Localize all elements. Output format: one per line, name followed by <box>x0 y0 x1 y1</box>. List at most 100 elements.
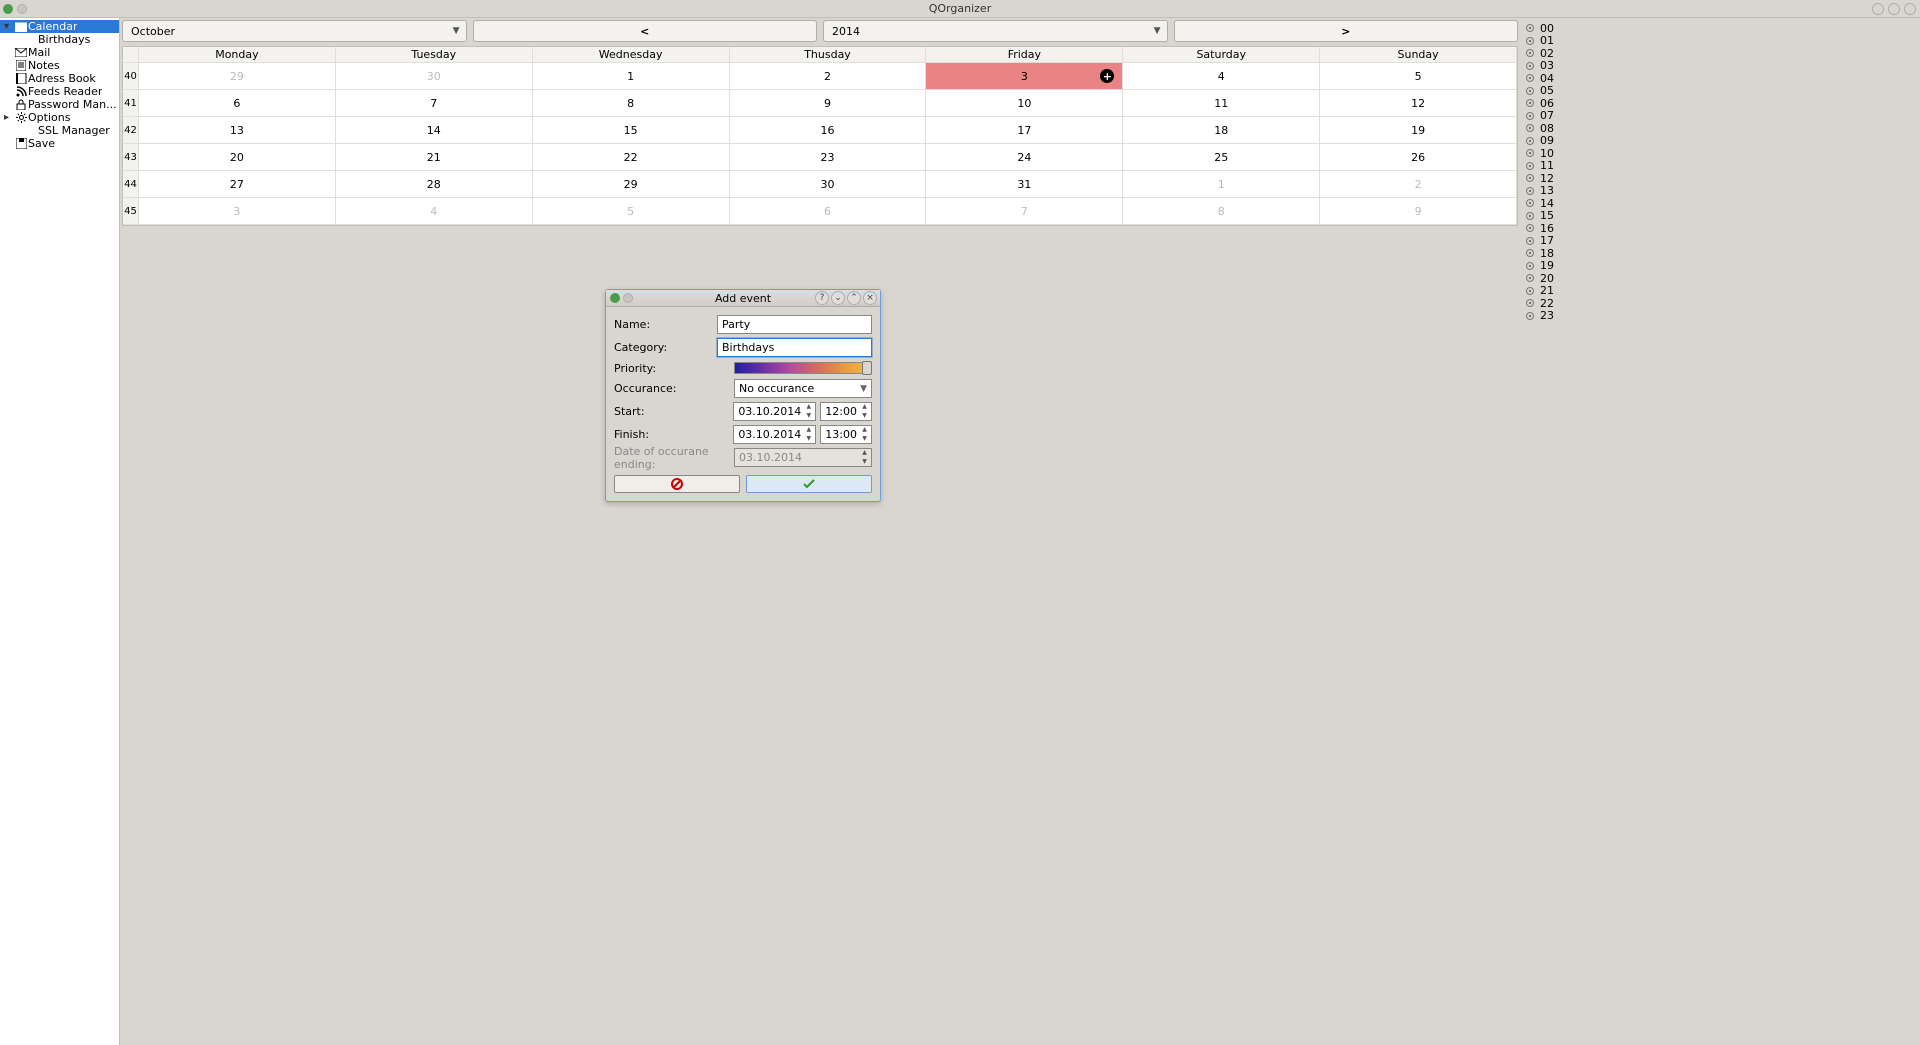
calendar-cell[interactable]: 30 <box>730 171 927 198</box>
calendar-cell[interactable]: 31 <box>926 171 1123 198</box>
ok-button[interactable] <box>746 475 872 493</box>
calendar-cell[interactable]: 30 <box>336 63 533 90</box>
calendar-cell[interactable]: 29 <box>139 63 336 90</box>
calendar-cell[interactable]: 4 <box>336 198 533 225</box>
spin-up-icon[interactable]: ▲ <box>803 426 814 435</box>
calendar-cell[interactable]: 28 <box>336 171 533 198</box>
calendar-cell[interactable]: 6 <box>139 90 336 117</box>
hour-row[interactable]: 13 <box>1526 185 1920 198</box>
calendar-cell[interactable]: 2 <box>730 63 927 90</box>
calendar-cell[interactable]: 2 <box>1320 171 1517 198</box>
calendar-cell[interactable]: 1 <box>1123 171 1320 198</box>
sidebar-item-notes[interactable]: Notes <box>0 59 119 72</box>
finish-date-input[interactable]: 03.10.2014▲▼ <box>733 425 816 444</box>
hour-row[interactable]: 20 <box>1526 272 1920 285</box>
calendar-cell[interactable]: 27 <box>139 171 336 198</box>
spin-down-icon[interactable]: ▼ <box>859 435 870 444</box>
dialog-up-button[interactable]: ⌃ <box>847 291 861 305</box>
minimize-button[interactable] <box>1872 3 1884 15</box>
hour-row[interactable]: 19 <box>1526 260 1920 273</box>
close-button[interactable] <box>1904 3 1916 15</box>
hour-row[interactable]: 11 <box>1526 160 1920 173</box>
hour-row[interactable]: 08 <box>1526 122 1920 135</box>
occurance-select[interactable]: No occurance ▼ <box>734 379 872 398</box>
cancel-button[interactable] <box>614 475 740 493</box>
hour-row[interactable]: 21 <box>1526 285 1920 298</box>
hour-row[interactable]: 23 <box>1526 310 1920 323</box>
calendar-cell[interactable]: 20 <box>139 144 336 171</box>
hour-row[interactable]: 01 <box>1526 35 1920 48</box>
month-select[interactable]: October ▼ <box>122 20 467 42</box>
sidebar-item-save[interactable]: Save <box>0 137 119 150</box>
calendar-cell[interactable]: 5 <box>1320 63 1517 90</box>
expand-arrow-icon[interactable]: ▸ <box>4 112 14 123</box>
name-input[interactable] <box>717 315 872 334</box>
prev-button[interactable]: < <box>473 20 818 42</box>
sidebar-item-feeds[interactable]: Feeds Reader <box>0 85 119 98</box>
calendar-cell[interactable]: 18 <box>1123 117 1320 144</box>
hour-row[interactable]: 06 <box>1526 97 1920 110</box>
dialog-shade-button[interactable]: ⌄ <box>831 291 845 305</box>
hour-row[interactable]: 04 <box>1526 72 1920 85</box>
calendar-cell[interactable]: 4 <box>1123 63 1320 90</box>
calendar-cell[interactable]: 15 <box>533 117 730 144</box>
dialog-help-button[interactable]: ? <box>815 291 829 305</box>
calendar-cell[interactable]: 3+ <box>926 63 1123 90</box>
next-button[interactable]: > <box>1174 20 1519 42</box>
start-time-input[interactable]: 12:00▲▼ <box>820 402 872 421</box>
maximize-button[interactable] <box>1888 3 1900 15</box>
calendar-cell[interactable]: 19 <box>1320 117 1517 144</box>
calendar-cell[interactable]: 1 <box>533 63 730 90</box>
calendar-cell[interactable]: 13 <box>139 117 336 144</box>
hour-row[interactable]: 16 <box>1526 222 1920 235</box>
calendar-cell[interactable]: 29 <box>533 171 730 198</box>
slider-knob[interactable] <box>862 361 872 375</box>
calendar-cell[interactable]: 3 <box>139 198 336 225</box>
dialog-close-button[interactable]: × <box>863 291 877 305</box>
spin-down-icon[interactable]: ▼ <box>803 412 814 421</box>
dialog-titlebar[interactable]: Add event ? ⌄ ⌃ × <box>606 290 880 307</box>
calendar-cell[interactable]: 8 <box>1123 198 1320 225</box>
spin-down-icon[interactable]: ▼ <box>803 435 814 444</box>
hour-row[interactable]: 00 <box>1526 22 1920 35</box>
sidebar-item-calendar[interactable]: ▾ Calendar <box>0 20 119 33</box>
calendar-cell[interactable]: 23 <box>730 144 927 171</box>
hour-row[interactable]: 10 <box>1526 147 1920 160</box>
sidebar-item-mail[interactable]: Mail <box>0 46 119 59</box>
sidebar-item-password[interactable]: Password Man... <box>0 98 119 111</box>
calendar-cell[interactable]: 24 <box>926 144 1123 171</box>
priority-slider[interactable] <box>734 362 872 374</box>
spin-up-icon[interactable]: ▲ <box>859 403 870 412</box>
calendar-cell[interactable]: 12 <box>1320 90 1517 117</box>
hour-row[interactable]: 17 <box>1526 235 1920 248</box>
spin-up-icon[interactable]: ▲ <box>803 403 814 412</box>
calendar-cell[interactable]: 14 <box>336 117 533 144</box>
calendar-cell[interactable]: 9 <box>730 90 927 117</box>
calendar-cell[interactable]: 10 <box>926 90 1123 117</box>
calendar-cell[interactable]: 5 <box>533 198 730 225</box>
spin-up-icon[interactable]: ▲ <box>859 426 870 435</box>
hour-row[interactable]: 03 <box>1526 60 1920 73</box>
calendar-cell[interactable]: 16 <box>730 117 927 144</box>
hour-row[interactable]: 14 <box>1526 197 1920 210</box>
hour-row[interactable]: 22 <box>1526 297 1920 310</box>
spin-down-icon[interactable]: ▼ <box>859 412 870 421</box>
calendar-cell[interactable]: 21 <box>336 144 533 171</box>
calendar-cell[interactable]: 22 <box>533 144 730 171</box>
calendar-cell[interactable]: 26 <box>1320 144 1517 171</box>
finish-time-input[interactable]: 13:00▲▼ <box>820 425 872 444</box>
hour-row[interactable]: 15 <box>1526 210 1920 223</box>
sidebar-item-options[interactable]: ▸ Options <box>0 111 119 124</box>
hour-row[interactable]: 07 <box>1526 110 1920 123</box>
calendar-cell[interactable]: 8 <box>533 90 730 117</box>
sidebar-item-addressbook[interactable]: Adress Book <box>0 72 119 85</box>
calendar-cell[interactable]: 9 <box>1320 198 1517 225</box>
hour-row[interactable]: 05 <box>1526 85 1920 98</box>
calendar-cell[interactable]: 17 <box>926 117 1123 144</box>
add-event-icon[interactable]: + <box>1100 69 1114 83</box>
calendar-cell[interactable]: 11 <box>1123 90 1320 117</box>
calendar-cell[interactable]: 7 <box>336 90 533 117</box>
year-select[interactable]: 2014 ▼ <box>823 20 1168 42</box>
hour-row[interactable]: 18 <box>1526 247 1920 260</box>
hour-row[interactable]: 12 <box>1526 172 1920 185</box>
